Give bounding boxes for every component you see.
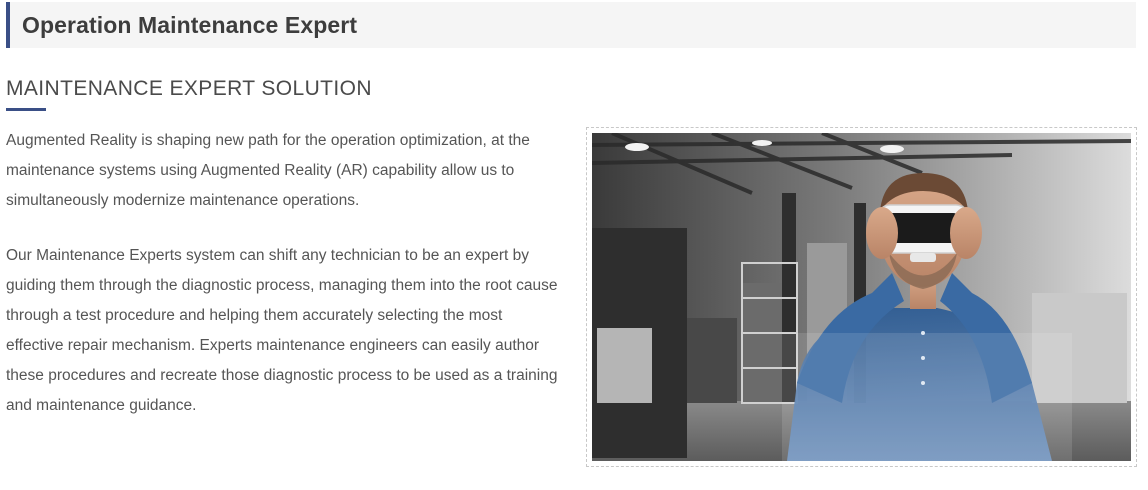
body-text: Augmented Reality is shaping new path fo… [6, 126, 561, 446]
page-title: Operation Maintenance Expert [22, 11, 358, 38]
paragraph-intro: Augmented Reality is shaping new path fo… [6, 132, 530, 209]
left-hand [866, 207, 898, 259]
right-hand [950, 207, 982, 259]
title-bar: Operation Maintenance Expert [6, 2, 1136, 48]
paragraph-details: Our Maintenance Experts system can shift… [6, 247, 558, 414]
feature-image-frame [586, 127, 1137, 467]
vr-technician-image [592, 133, 1131, 461]
section-heading: MAINTENANCE EXPERT SOLUTION [6, 77, 372, 100]
page: Operation Maintenance Expert MAINTENANCE… [0, 0, 1148, 490]
heading-underline [6, 108, 46, 111]
double-exposure-overlay [782, 333, 1072, 461]
